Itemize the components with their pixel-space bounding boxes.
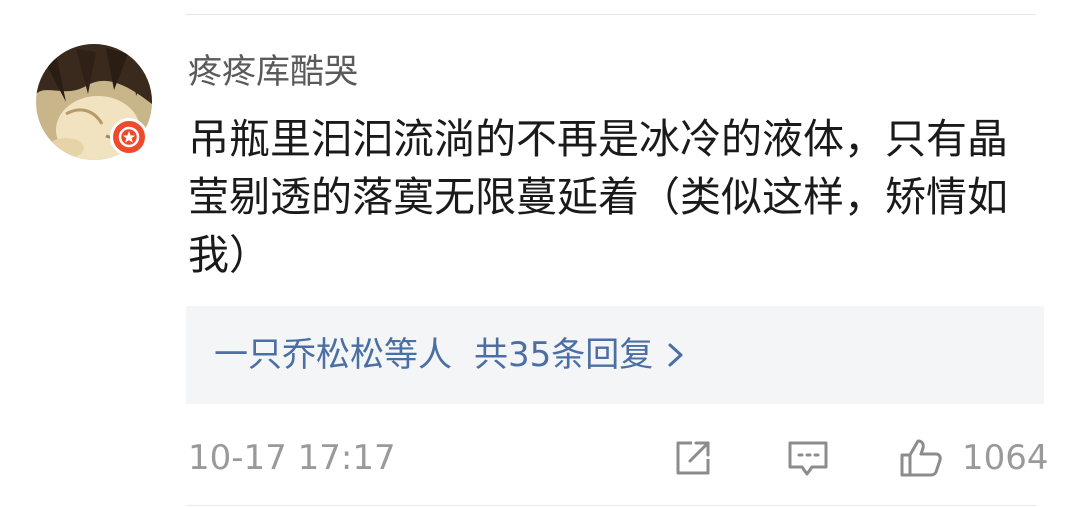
share-icon[interactable] — [672, 437, 714, 479]
bottom-divider — [186, 505, 1036, 506]
chevron-right-icon — [667, 341, 685, 369]
like-count: 1064 — [962, 438, 1049, 478]
comment-icon[interactable] — [786, 437, 830, 479]
reply-count: 共35条回复 — [474, 335, 654, 375]
replies-box[interactable]: 一只乔松松等人 共35条回复 — [186, 306, 1044, 404]
username[interactable]: 疼疼库酷哭 — [188, 50, 358, 94]
top-divider — [186, 14, 1036, 15]
reply-users: 一只乔松松等人 — [214, 335, 452, 375]
comment-text: 吊瓶里汩汩流淌的不再是冰冷的液体，只有晶莹剔透的落寞无限蔓延着（类似这样，矫情如… — [188, 115, 1008, 279]
comment-card: 疼疼库酷哭 吊瓶里汩汩流淌的不再是冰冷的液体，只有晶莹剔透的落寞无限蔓延着（类似… — [0, 0, 1080, 507]
thumbs-up-icon[interactable] — [898, 437, 944, 479]
verified-badge-icon — [110, 118, 148, 156]
comment-timestamp: 10-17 17:17 — [188, 438, 396, 478]
view-replies-link[interactable]: 一只乔松松等人 共35条回复 — [214, 333, 685, 377]
